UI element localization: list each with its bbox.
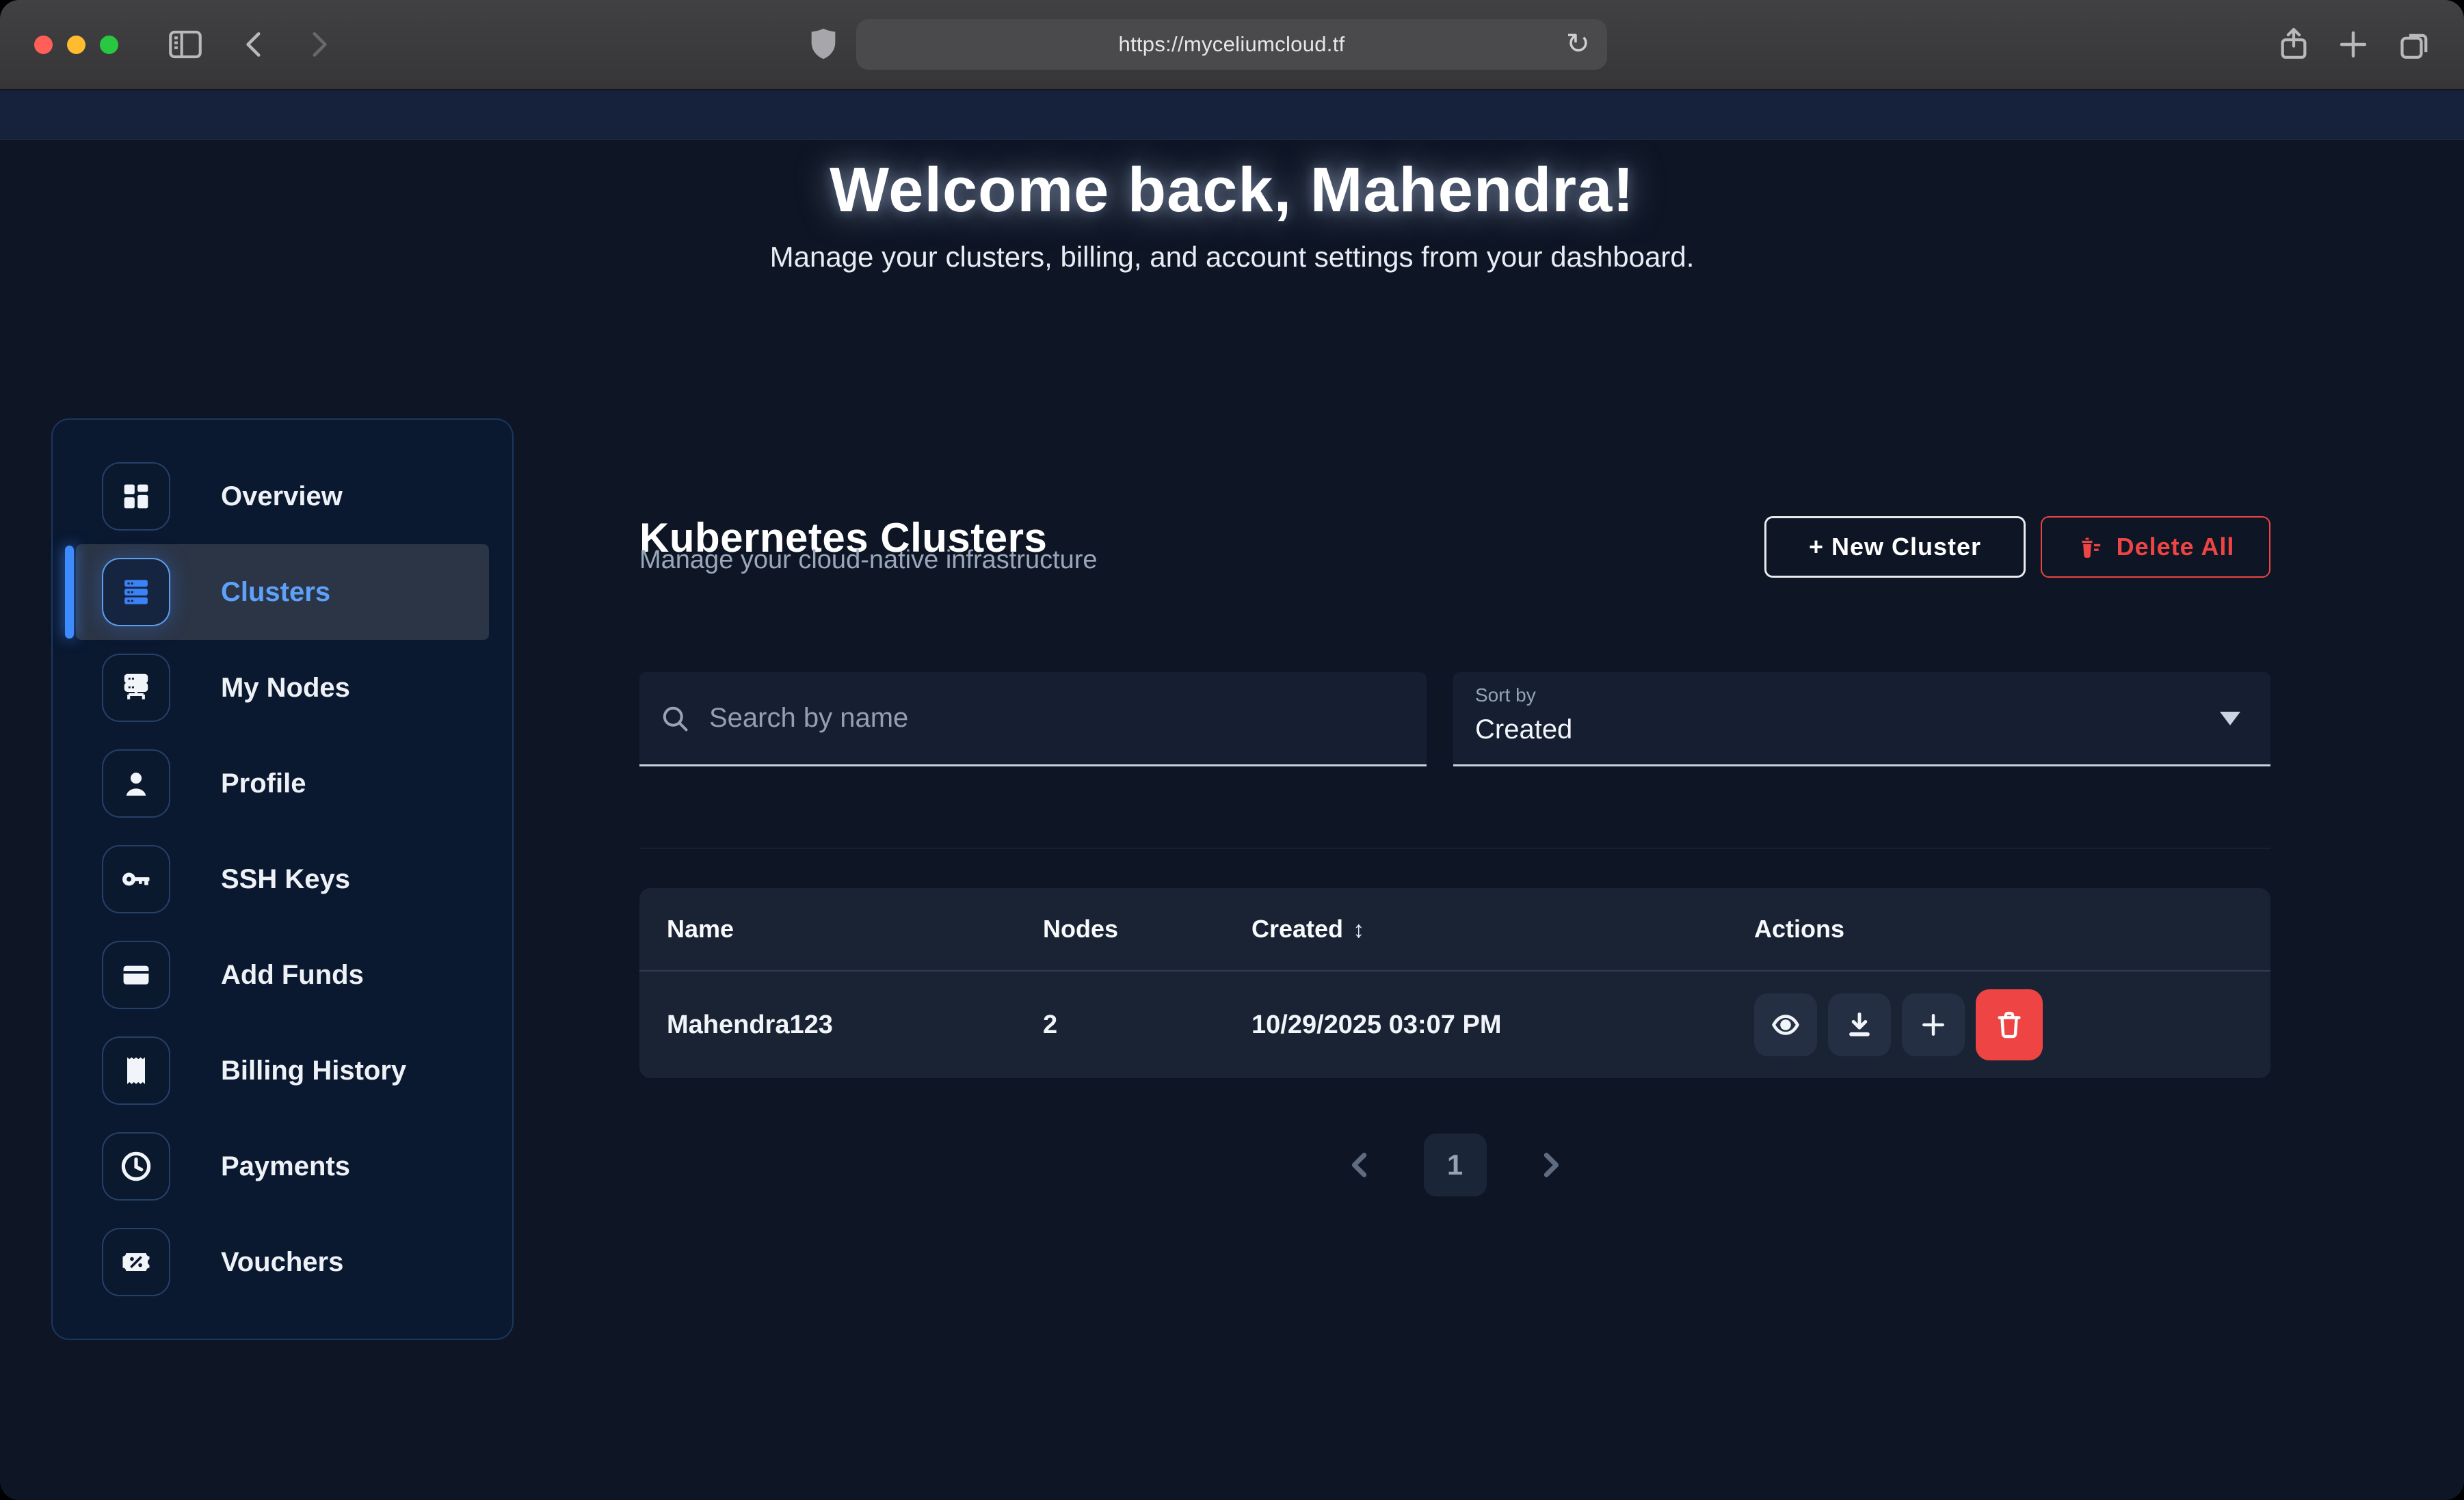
active-accent-bar <box>65 546 74 639</box>
new-cluster-label: + New Cluster <box>1809 533 1981 561</box>
sidebar-label: Add Funds <box>221 960 364 991</box>
new-tab-icon[interactable] <box>2335 26 2372 63</box>
sidebar-item-payments[interactable]: Payments <box>76 1119 489 1214</box>
add-node-button[interactable] <box>1902 993 1965 1056</box>
url-text: https://myceliumcloud.tf <box>1118 32 1344 57</box>
column-header-name: Name <box>639 915 1016 943</box>
sidebar-label: My Nodes <box>221 673 350 704</box>
sidebar-label: Vouchers <box>221 1247 343 1278</box>
page-content: Welcome back, Mahendra! Manage your clus… <box>0 89 2464 1500</box>
share-icon[interactable] <box>2275 25 2313 63</box>
delete-all-label: Delete All <box>2117 533 2235 561</box>
browser-toolbar: https://myceliumcloud.tf ↻ <box>0 0 2464 90</box>
sidebar-item-my-nodes[interactable]: My Nodes <box>76 640 489 736</box>
nodes-icon <box>102 654 170 722</box>
page-header-band <box>0 89 2464 140</box>
column-header-nodes: Nodes <box>1016 915 1224 943</box>
trash-lines-icon <box>2077 533 2104 561</box>
sidebar-label: Profile <box>221 768 306 799</box>
overview-icon <box>102 462 170 531</box>
sidebar-item-profile[interactable]: Profile <box>76 736 489 831</box>
sidebar-item-ssh-keys[interactable]: SSH Keys <box>76 831 489 927</box>
delete-all-button[interactable]: Delete All <box>2041 516 2270 578</box>
download-kubeconfig-button[interactable] <box>1828 993 1891 1056</box>
sidebar-item-overview[interactable]: Overview <box>76 448 489 544</box>
search-icon <box>660 704 690 734</box>
welcome-heading: Welcome back, Mahendra! <box>0 155 2464 226</box>
column-header-actions: Actions <box>1727 915 2270 943</box>
chevron-left-icon <box>1344 1149 1376 1181</box>
plus-icon <box>1918 1010 1948 1040</box>
sidebar-label: SSH Keys <box>221 864 350 895</box>
tab-overview-icon[interactable] <box>2395 25 2433 63</box>
sort-label: Sort by <box>1475 684 2270 706</box>
chevron-right-icon <box>1535 1149 1566 1181</box>
pagination: 1 <box>639 1134 2270 1196</box>
new-cluster-button[interactable]: + New Cluster <box>1764 516 2026 578</box>
sort-updown-icon: ↕ <box>1353 917 1364 943</box>
profile-icon <box>102 749 170 818</box>
page-number[interactable]: 1 <box>1424 1134 1487 1196</box>
welcome-subtitle: Manage your clusters, billing, and accou… <box>0 241 2464 273</box>
back-button[interactable] <box>238 27 272 62</box>
sort-select[interactable]: Sort by Created <box>1453 672 2270 766</box>
cluster-name: Mahendra123 <box>639 1010 1016 1040</box>
zoom-window-button[interactable] <box>100 36 118 54</box>
sidebar-nav: Overview Clusters <box>51 418 514 1340</box>
chevron-down-icon <box>2220 712 2240 725</box>
key-icon <box>102 845 170 913</box>
sidebar-item-clusters[interactable]: Clusters <box>76 544 489 640</box>
privacy-shield-icon[interactable] <box>806 26 841 62</box>
cluster-nodes: 2 <box>1016 1010 1224 1040</box>
view-cluster-button[interactable] <box>1754 993 1817 1056</box>
clock-icon <box>102 1132 170 1201</box>
clusters-table: Name Nodes Created↕ Actions Mahendra123 … <box>639 888 2270 1078</box>
reload-icon[interactable]: ↻ <box>1566 23 1590 64</box>
address-bar[interactable]: https://myceliumcloud.tf <box>856 19 1607 70</box>
sidebar-label: Overview <box>221 481 343 512</box>
sidebar-label: Billing History <box>221 1056 406 1086</box>
search-input[interactable] <box>708 702 1326 734</box>
table-header-row: Name Nodes Created↕ Actions <box>639 888 2270 970</box>
download-icon <box>1844 1010 1875 1040</box>
minimize-window-button[interactable] <box>67 36 85 54</box>
cluster-created: 10/29/2025 03:07 PM <box>1224 1010 1727 1040</box>
row-actions <box>1727 989 2270 1060</box>
close-window-button[interactable] <box>34 36 53 54</box>
receipt-icon <box>102 1036 170 1105</box>
sidebar-item-add-funds[interactable]: Add Funds <box>76 927 489 1023</box>
delete-cluster-button[interactable] <box>1976 989 2043 1060</box>
clusters-icon <box>102 558 170 626</box>
sidebar-item-vouchers[interactable]: Vouchers <box>76 1214 489 1310</box>
sidebar-label: Clusters <box>221 577 330 608</box>
column-header-created[interactable]: Created↕ <box>1224 915 1727 943</box>
browser-window: https://myceliumcloud.tf ↻ Welcome back,… <box>0 0 2464 1500</box>
ticket-percent-icon <box>102 1228 170 1296</box>
table-row: Mahendra123 2 10/29/2025 03:07 PM <box>639 970 2270 1078</box>
sidebar-item-billing-history[interactable]: Billing History <box>76 1023 489 1119</box>
search-box <box>639 672 1427 766</box>
previous-page-button[interactable] <box>1340 1149 1380 1181</box>
credit-card-icon <box>102 941 170 1009</box>
sidebar-toggle-icon[interactable] <box>165 25 205 64</box>
trash-icon <box>1993 1009 2025 1041</box>
next-page-button[interactable] <box>1531 1149 1570 1181</box>
sidebar-label: Payments <box>221 1151 350 1182</box>
eye-icon <box>1771 1010 1801 1040</box>
page-subtitle: Manage your cloud-native infrastructure <box>639 546 1098 575</box>
forward-button[interactable] <box>301 27 335 62</box>
sort-value: Created <box>1475 714 2270 745</box>
